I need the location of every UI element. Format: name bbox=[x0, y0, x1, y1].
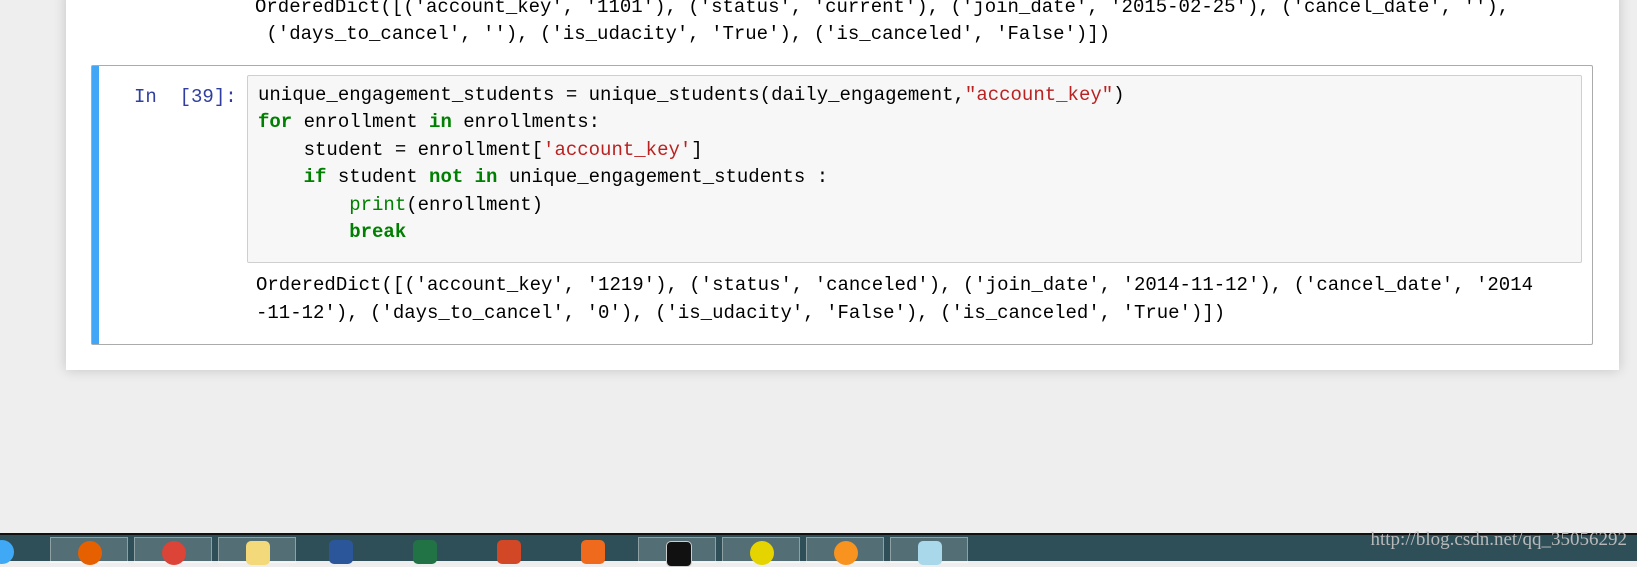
code-text: unique_engagement_students = unique_stud… bbox=[258, 84, 965, 106]
taskbar-firefox[interactable] bbox=[50, 537, 128, 565]
builtin: print bbox=[349, 194, 407, 216]
taskbar-word[interactable] bbox=[302, 537, 380, 564]
code-line: print(enrollment) bbox=[258, 192, 543, 219]
code-text: ) bbox=[1113, 84, 1125, 106]
app-green-icon bbox=[750, 541, 774, 565]
taskbar-powerpoint[interactable] bbox=[470, 537, 548, 564]
taskbar-app-orange[interactable] bbox=[806, 537, 884, 565]
excel-icon bbox=[413, 540, 437, 564]
keyword: if bbox=[303, 166, 327, 188]
previous-output-line: OrderedDict([('account_key', '1101'), ('… bbox=[255, 0, 1510, 18]
ie-icon bbox=[0, 540, 14, 564]
watermark: http://blog.csdn.net/qq_35056292 bbox=[1370, 529, 1628, 550]
keyword: break bbox=[349, 221, 407, 243]
cell-output-line: -11-12'), ('days_to_cancel', '0'), ('is_… bbox=[256, 302, 1226, 324]
keyword: for bbox=[258, 111, 293, 133]
foxit-icon bbox=[581, 540, 605, 564]
firefox-icon bbox=[78, 541, 102, 565]
code-text: ] bbox=[691, 139, 703, 161]
taskbar-folder[interactable] bbox=[218, 537, 296, 565]
code-line: if student not in unique_engagement_stud… bbox=[258, 164, 829, 191]
string-literal: "account_key" bbox=[964, 84, 1114, 106]
string-literal: 'account_key' bbox=[543, 139, 692, 161]
code-text: student = enrollment[ bbox=[258, 139, 544, 161]
taskbar-app-green[interactable] bbox=[722, 537, 800, 565]
keyword: in bbox=[429, 111, 452, 133]
cell-output-line: OrderedDict([('account_key', '1219'), ('… bbox=[256, 274, 1534, 296]
powerpoint-icon bbox=[497, 540, 521, 564]
code-cell-selected[interactable]: In [39]: unique_engagement_students = un… bbox=[91, 65, 1593, 345]
cmd-icon bbox=[666, 541, 692, 567]
code-editor[interactable]: unique_engagement_students = unique_stud… bbox=[247, 75, 1582, 263]
notepad-icon bbox=[918, 541, 942, 565]
code-text: (enrollment) bbox=[406, 194, 544, 216]
code-line: unique_engagement_students = unique_stud… bbox=[258, 82, 1125, 109]
app-orange-icon bbox=[834, 541, 858, 565]
taskbar-notepad[interactable] bbox=[890, 537, 968, 565]
cell-selection-bar bbox=[92, 66, 99, 344]
taskbar-cmd[interactable] bbox=[638, 537, 716, 567]
start-button[interactable] bbox=[0, 537, 28, 564]
folder-icon bbox=[246, 541, 270, 565]
taskbar-foxit[interactable] bbox=[554, 537, 632, 564]
taskbar-chrome[interactable] bbox=[134, 537, 212, 565]
code-text: enrollment bbox=[292, 111, 430, 133]
code-text: enrollments: bbox=[451, 111, 601, 133]
code-line: student = enrollment['account_key'] bbox=[258, 137, 703, 164]
code-line: for enrollment in enrollments: bbox=[258, 109, 600, 136]
code-text: student bbox=[326, 166, 430, 188]
previous-output-line: ('days_to_cancel', ''), ('is_udacity', '… bbox=[255, 23, 1111, 45]
code-text: unique_engagement_students : bbox=[497, 166, 829, 188]
input-prompt: In [39]: bbox=[134, 86, 237, 108]
keyword: not in bbox=[429, 166, 498, 188]
taskbar-excel[interactable] bbox=[386, 537, 464, 564]
word-icon bbox=[329, 540, 353, 564]
code-line: break bbox=[258, 219, 406, 246]
chrome-icon bbox=[162, 541, 186, 565]
taskbar: http://blog.csdn.net/qq_35056292 bbox=[0, 529, 1637, 567]
